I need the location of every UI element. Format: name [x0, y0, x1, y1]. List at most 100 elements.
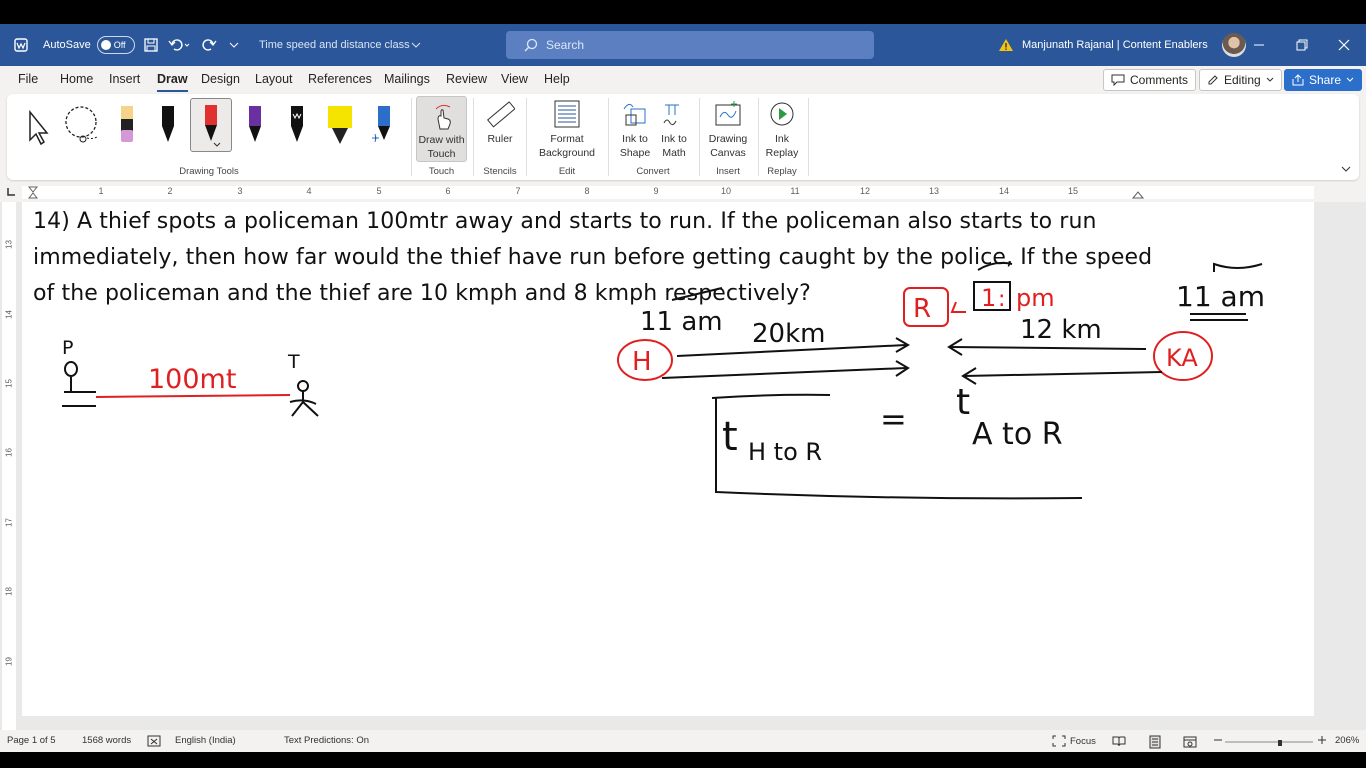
word-count[interactable]: 1568 words — [82, 735, 131, 746]
ruler-number: 8 — [584, 186, 590, 196]
zoom-level[interactable]: 206% — [1335, 735, 1359, 746]
collapse-ribbon-icon[interactable] — [1340, 164, 1352, 174]
horizontal-ruler[interactable]: 1 2 3 4 5 6 7 8 9 10 11 12 13 14 15 — [22, 186, 1314, 199]
tab-design[interactable]: Design — [201, 72, 240, 86]
draw-with-touch-button[interactable]: Draw with Touch — [416, 96, 467, 162]
distance-h-label: 20km — [752, 319, 825, 349]
focus-button[interactable]: Focus — [1052, 735, 1096, 747]
tab-home[interactable]: Home — [60, 72, 93, 86]
ruler-number: 11 — [790, 186, 800, 196]
drawing-canvas-button[interactable]: Drawing Canvas — [703, 96, 753, 160]
document-title[interactable]: Time speed and distance class — [259, 24, 422, 66]
ruler-number: 2 — [167, 186, 173, 196]
tab-mailings[interactable]: Mailings — [384, 72, 430, 86]
pen-purple-tool[interactable] — [238, 98, 272, 154]
ruler-number: 15 — [4, 379, 14, 388]
user-name: Manjunath Rajanal | Content Enablers — [1022, 39, 1208, 51]
indent-marker-icon[interactable] — [28, 186, 38, 199]
language-status[interactable]: English (India) — [175, 735, 236, 746]
comments-button[interactable]: Comments — [1103, 69, 1197, 91]
pencil-tool[interactable] — [109, 98, 143, 154]
print-layout-icon[interactable] — [1148, 735, 1162, 749]
highlighter-yellow-tool[interactable] — [323, 98, 357, 154]
group-separator — [608, 98, 609, 176]
pen-blue-sparkle-tool[interactable] — [365, 98, 399, 154]
ribbon-area: Drawing Tools Draw with Touch Touch Rule… — [0, 94, 1366, 182]
meet-time-suffix: pm — [1016, 284, 1055, 312]
ruler-number: 15 — [1067, 186, 1078, 196]
vertical-ruler[interactable]: 13 14 15 16 17 18 19 — [2, 202, 16, 730]
ruler-number: 6 — [445, 186, 451, 196]
pen-black-tool[interactable] — [151, 98, 185, 154]
ink-to-shape-button[interactable]: Ink to Shape — [613, 96, 657, 160]
toggle-knob — [100, 40, 111, 50]
convert-group-label: Convert — [636, 166, 670, 177]
tab-help[interactable]: Help — [544, 72, 570, 86]
ruler-number: 14 — [4, 310, 14, 319]
page-count[interactable]: Page 1 of 5 — [7, 735, 56, 746]
zoom-out-button[interactable] — [1213, 735, 1223, 745]
lasso-select-tool[interactable] — [63, 98, 97, 154]
city-h-marker: H — [617, 339, 673, 381]
redo-icon[interactable] — [201, 24, 217, 66]
autosave-label: AutoSave — [43, 39, 91, 51]
zoom-slider[interactable] — [1225, 740, 1313, 746]
right-indent-marker-icon[interactable] — [1132, 191, 1144, 199]
save-icon[interactable] — [144, 24, 158, 66]
ruler-number: 17 — [4, 518, 14, 527]
proofing-icon[interactable] — [147, 735, 161, 747]
ruler-number: 18 — [4, 587, 14, 596]
ink-drawing-layer[interactable]: P T 100mt 11 am 20km 12 km 11 am H KA R … — [22, 202, 1314, 716]
document-page[interactable]: 14) A thief spots a policeman 100mtr awa… — [22, 202, 1314, 716]
ink-to-math-icon — [660, 96, 688, 132]
ink-replay-button[interactable]: Ink Replay — [761, 96, 803, 160]
title-bar: AutoSave Off Time speed and distance cla… — [0, 24, 1366, 66]
tab-selector-icon[interactable] — [6, 186, 16, 198]
select-tool[interactable] — [21, 98, 55, 154]
thief-letter: T — [287, 351, 300, 373]
customize-quick-access-icon[interactable] — [229, 24, 239, 66]
editing-mode-button[interactable]: Editing — [1199, 69, 1282, 91]
ruler-number: 1 — [98, 186, 104, 196]
web-layout-icon[interactable] — [1183, 735, 1197, 749]
format-background-button[interactable]: Format Background — [531, 96, 603, 160]
ink-to-math-button[interactable]: Ink to Math — [656, 96, 692, 160]
autosave-toggle[interactable]: Off — [96, 36, 135, 54]
zoom-in-button[interactable] — [1317, 735, 1327, 745]
read-mode-icon[interactable] — [1112, 735, 1126, 747]
t-symbol-right: t — [956, 382, 970, 423]
undo-icon[interactable] — [168, 24, 192, 66]
replay-group-label: Replay — [767, 166, 797, 177]
text-predictions-status[interactable]: Text Predictions: On — [284, 735, 369, 746]
autosave-state: Off — [113, 40, 126, 50]
pen-galaxy-tool[interactable] — [280, 98, 314, 154]
share-button[interactable]: Share — [1284, 69, 1363, 91]
tab-review[interactable]: Review — [446, 72, 487, 86]
pen-purple-icon — [249, 106, 261, 142]
group-separator — [808, 98, 809, 176]
search-box[interactable]: Search — [506, 31, 874, 59]
word-icon[interactable] — [14, 24, 28, 66]
tab-insert[interactable]: Insert — [109, 72, 140, 86]
tab-view[interactable]: View — [501, 72, 528, 86]
close-button[interactable] — [1322, 24, 1366, 66]
pen-red-tool[interactable] — [190, 98, 232, 152]
account-area[interactable]: Manjunath Rajanal | Content Enablers — [998, 24, 1246, 66]
tab-references[interactable]: References — [308, 72, 372, 86]
tab-draw[interactable]: Draw — [157, 72, 188, 92]
minimize-button[interactable] — [1237, 24, 1281, 66]
cursor-arrow-icon — [29, 109, 49, 146]
minimize-icon — [1254, 44, 1264, 46]
tab-layout[interactable]: Layout — [255, 72, 293, 86]
autosave-control[interactable]: AutoSave Off — [43, 24, 135, 66]
restore-button[interactable] — [1280, 24, 1324, 66]
ruler-button[interactable]: Ruler — [479, 96, 521, 146]
svg-text::: : — [998, 287, 1005, 312]
insert-group-label: Insert — [716, 166, 740, 177]
highlighter-icon — [328, 106, 352, 144]
tab-file[interactable]: File — [18, 72, 38, 86]
distance-label: 100mt — [148, 364, 236, 395]
stencils-group-label: Stencils — [483, 166, 517, 177]
ruler-number: 7 — [515, 186, 521, 196]
chevron-down-icon — [1346, 77, 1354, 82]
